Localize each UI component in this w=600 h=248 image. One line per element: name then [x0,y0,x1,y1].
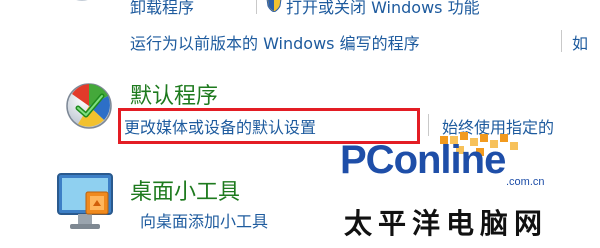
add-gadgets-link[interactable]: 向桌面添加小工具 [140,208,268,232]
pconline-watermark: PConline .com.cn 太平洋电脑网 [328,132,600,248]
watermark-domain: .com.cn [506,176,545,188]
uninstall-program-link[interactable]: 卸载程序 [130,0,194,18]
truncated-link[interactable]: 如 [572,30,588,54]
watermark-brand: PConline [340,138,506,182]
watermark-chinese-name: 太平洋电脑网 [344,207,549,240]
default-programs-title[interactable]: 默认程序 [130,78,218,110]
programs-icon [76,0,88,1]
top-links-row: 卸载程序 打开或关闭 Windows 功能 [0,0,600,20]
desktop-gadgets-title[interactable]: 桌面小工具 [130,174,240,206]
run-older-programs-link[interactable]: 运行为以前版本的 Windows 编写的程序 [130,30,420,54]
toggle-windows-features-link[interactable]: 打开或关闭 Windows 功能 [286,0,480,18]
separator [561,30,562,52]
shield-icon [266,0,282,12]
separator [256,0,257,14]
desktop-gadgets-icon [57,173,113,229]
default-programs-icon [66,83,112,129]
